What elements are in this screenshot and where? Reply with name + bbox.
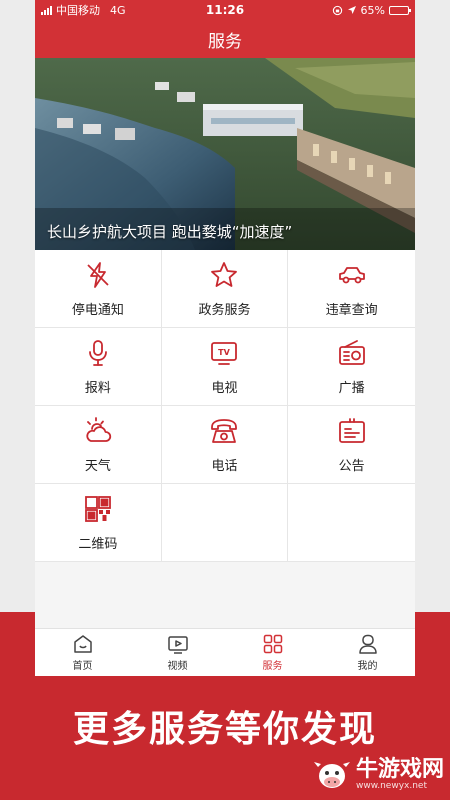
service-power-outage[interactable]: 停电通知 [35, 250, 162, 328]
battery-icon [389, 5, 411, 15]
service-empty [288, 484, 415, 562]
service-label: 电话 [211, 458, 238, 474]
banner-caption: 长山乡护航大项目 跑出婺城“加速度” [47, 223, 293, 241]
service-traffic-violation[interactable]: 违章查询 [288, 250, 415, 328]
video-icon [167, 636, 188, 654]
service-empty [161, 484, 289, 562]
tab-home[interactable]: 首页 [35, 629, 130, 676]
status-bar: 中国移动 4G 11:26 65% [35, 0, 415, 20]
rotation-lock-icon [332, 5, 342, 15]
star-icon [211, 261, 238, 287]
weather-icon [86, 416, 111, 442]
service-weather[interactable]: 天气 [35, 406, 162, 484]
service-label: 天气 [84, 458, 111, 474]
tv-icon: TV [211, 341, 238, 365]
news-banner[interactable]: 长山乡护航大项目 跑出婺城“加速度” [35, 58, 415, 250]
page-header: 服务 [35, 20, 415, 58]
service-radio[interactable]: 广播 [288, 328, 415, 406]
qr-code-icon [84, 495, 111, 522]
service-tv[interactable]: TV 电视 [161, 328, 289, 406]
radio-icon [338, 339, 365, 365]
service-grid: 停电通知 政务服务 违章查询 报料 TV 电视 广播 天气 电话 公告 二维码 [35, 250, 415, 562]
service-government[interactable]: 政务服务 [161, 250, 289, 328]
page-title: 服务 [208, 31, 242, 52]
watermark-name: 牛游戏网 [355, 757, 444, 782]
telephone-icon [211, 418, 238, 443]
service-label: 电视 [211, 380, 238, 396]
watermark: 牛游戏网 www.newyx.net [312, 758, 444, 792]
bottom-tab-bar: 首页 视频 服务 我的 [35, 628, 415, 676]
service-phone[interactable]: 电话 [161, 406, 289, 484]
location-icon [347, 6, 356, 14]
tab-label: 视频 [167, 661, 188, 672]
tab-video[interactable]: 视频 [130, 629, 225, 676]
cow-mascot-icon [313, 762, 350, 788]
service-label: 广播 [338, 380, 365, 396]
signal-icon [41, 5, 52, 15]
car-icon [338, 266, 365, 283]
network-type: 4G [110, 3, 126, 17]
tab-label: 首页 [72, 661, 93, 672]
service-label: 二维码 [78, 536, 118, 552]
profile-icon [358, 634, 377, 654]
phone-screen: 中国移动 4G 11:26 65% 服务 长山乡护航大项目 跑出婺城“加速度” … [35, 0, 415, 676]
promo-tagline: 更多服务等你发现 [72, 709, 377, 750]
service-notice[interactable]: 公告 [288, 406, 415, 484]
carrier-name: 中国移动 [56, 4, 100, 17]
tab-label: 服务 [262, 661, 283, 672]
service-label: 违章查询 [325, 302, 378, 318]
service-label: 停电通知 [71, 302, 124, 318]
service-report-tip[interactable]: 报料 [35, 328, 162, 406]
service-qr-code[interactable]: 二维码 [35, 484, 162, 562]
notice-icon [338, 417, 365, 443]
tab-label: 我的 [357, 661, 378, 672]
service-label: 报料 [84, 380, 111, 396]
svg-text:TV: TV [219, 348, 231, 357]
service-label: 政务服务 [198, 302, 251, 318]
watermark-url: www.newyx.net [355, 781, 427, 791]
home-icon [73, 635, 92, 653]
service-label: 公告 [338, 458, 365, 474]
grid-icon [263, 634, 282, 654]
tab-profile[interactable]: 我的 [320, 629, 415, 676]
power-outage-icon [87, 261, 109, 288]
microphone-icon [88, 339, 107, 366]
battery-percent: 65% [360, 3, 385, 17]
tab-services[interactable]: 服务 [225, 629, 320, 676]
